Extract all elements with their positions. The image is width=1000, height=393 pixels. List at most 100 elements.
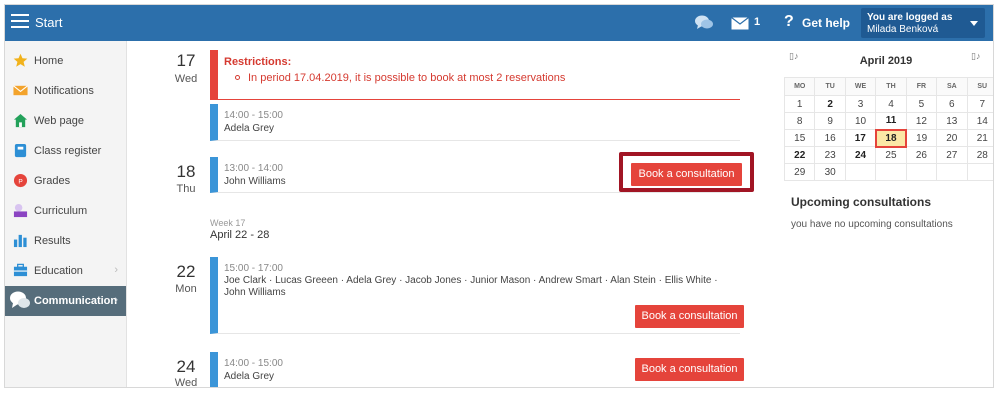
- calendar-empty-cell: [875, 163, 907, 181]
- curriculum-icon: [13, 203, 28, 218]
- app-title[interactable]: Start: [35, 15, 62, 30]
- sidebar-item-label: Curriculum: [34, 205, 88, 217]
- user-name: Milada Benková: [867, 24, 939, 35]
- calendar-day[interactable]: 7: [966, 95, 993, 113]
- weekday-header: SU: [966, 77, 993, 96]
- book-consultation-button[interactable]: Book a consultation: [635, 358, 744, 381]
- slot-teachers: Joe Clark · Lucas Greeen · Adela Grey · …: [224, 275, 718, 298]
- calendar-day[interactable]: 22: [783, 146, 816, 164]
- mail-icon[interactable]: [731, 17, 749, 30]
- app-window: Start 1 ? Get help You are logged as Mil…: [4, 4, 994, 388]
- sidebar-item-results[interactable]: Results: [5, 226, 126, 256]
- restriction-title: Restrictions:: [224, 56, 292, 68]
- communication-icon: [10, 291, 30, 308]
- calendar-day[interactable]: 17: [844, 129, 877, 147]
- calendar-empty-cell: [966, 163, 993, 181]
- calendar-day[interactable]: 16: [814, 129, 846, 147]
- sidebar-item-label: Results: [34, 235, 71, 247]
- calendar-day[interactable]: 2: [814, 95, 846, 113]
- sidebar-item-education[interactable]: Education ›: [5, 256, 126, 286]
- calendar-day[interactable]: 27: [936, 146, 968, 164]
- day-name: Wed: [174, 377, 198, 388]
- education-icon: [13, 263, 28, 277]
- consultation-schedule: 17 Wed Restrictions: In period 17.04.201…: [128, 41, 768, 388]
- calendar-day[interactable]: 21: [966, 129, 993, 147]
- calendar-day[interactable]: 3: [844, 95, 877, 113]
- envelope-icon: [13, 85, 28, 96]
- bullet-icon: [235, 75, 240, 80]
- slot-teachers: Adela Grey: [224, 371, 275, 382]
- calendar-day[interactable]: 26: [905, 146, 938, 164]
- slot-teachers: Adela Grey: [224, 123, 275, 134]
- calendar-day[interactable]: 9: [814, 112, 846, 130]
- calendar-day[interactable]: 20: [936, 129, 968, 147]
- restriction-text: In period 17.04.2019, it is possible to …: [248, 72, 566, 84]
- calendar-day[interactable]: 18: [874, 128, 908, 148]
- slot-time: 14:00 - 15:00: [224, 110, 283, 121]
- day-name: Wed: [174, 73, 198, 85]
- chat-icon[interactable]: [694, 14, 714, 32]
- star-icon: [13, 53, 28, 67]
- sidebar-item-label: Grades: [34, 175, 71, 187]
- calendar-month-title: April 2019: [859, 55, 913, 67]
- results-icon: [13, 234, 27, 248]
- menu-icon[interactable]: [11, 14, 29, 30]
- calendar-day[interactable]: 14: [966, 112, 993, 130]
- calendar-day[interactable]: 19: [905, 129, 938, 147]
- sidebar-item-communication[interactable]: Communication ›: [5, 286, 126, 316]
- calendar-empty-cell: [936, 163, 968, 181]
- calendar-empty-cell: [844, 163, 877, 181]
- calendar-day[interactable]: 15: [783, 129, 816, 147]
- day-number: 17: [176, 51, 196, 70]
- get-help-link[interactable]: Get help: [802, 16, 850, 30]
- sidebar-item-label: Web page: [34, 115, 84, 127]
- calendar-day[interactable]: 24: [844, 146, 877, 164]
- user-menu-title: You are logged as: [867, 12, 953, 23]
- sidebar-item-grades[interactable]: P Grades: [5, 166, 126, 196]
- calendar-day[interactable]: 11: [875, 112, 907, 130]
- mail-count-badge: 1: [754, 16, 761, 28]
- day-number: 18: [176, 162, 196, 181]
- sidebar: Home Notifications Web page Class regist…: [5, 41, 127, 387]
- calendar-day[interactable]: 5: [905, 95, 938, 113]
- calendar-day[interactable]: 8: [783, 112, 816, 130]
- calendar-day[interactable]: 28: [966, 146, 993, 164]
- weekday-header: TU: [814, 77, 846, 96]
- slot-time: 13:00 - 14:00: [224, 163, 283, 174]
- chevron-right-icon: ›: [114, 294, 118, 306]
- sidebar-item-curriculum[interactable]: Curriculum: [5, 196, 126, 226]
- calendar-day[interactable]: 13: [936, 112, 968, 130]
- book-consultation-button[interactable]: Book a consultation: [635, 305, 744, 328]
- sidebar-item-notifications[interactable]: Notifications: [5, 76, 126, 106]
- sidebar-item-label: Education: [34, 265, 83, 277]
- register-icon: [14, 143, 27, 158]
- prev-month-icon[interactable]: ▯♪: [789, 51, 798, 62]
- calendar-empty-cell: [905, 163, 938, 181]
- weekday-header: WE: [844, 77, 877, 96]
- upcoming-empty-text: you have no upcoming consultations: [791, 219, 953, 230]
- sidebar-item-web-page[interactable]: Web page: [5, 106, 126, 136]
- next-month-icon[interactable]: ▯♪: [971, 51, 980, 62]
- grades-icon: P: [13, 173, 28, 188]
- calendar-day[interactable]: 12: [905, 112, 938, 130]
- calendar-day[interactable]: 25: [875, 146, 907, 164]
- highlight-marker: [619, 152, 754, 192]
- calendar-day[interactable]: 30: [814, 163, 846, 181]
- sidebar-item-home[interactable]: Home: [5, 46, 126, 76]
- slot-teachers: John Williams: [224, 176, 286, 187]
- calendar-day[interactable]: 1: [783, 95, 816, 113]
- day-number: 24: [176, 357, 196, 376]
- calendar-day[interactable]: 4: [875, 95, 907, 113]
- restriction-notice: Restrictions: In period 17.04.2019, it i…: [210, 50, 740, 100]
- help-icon[interactable]: ?: [784, 13, 794, 31]
- calendar-day[interactable]: 23: [814, 146, 846, 164]
- sidebar-item-label: Class register: [34, 145, 102, 157]
- month-calendar: MO TU WE TH FR SA SU 1 2 3 4 5 6 7 8 9 10 11 12 13 14 15 16 17…: [783, 77, 993, 181]
- top-bar: Start 1 ? Get help You are logged as Mil…: [5, 5, 993, 41]
- consultation-slot: 14:00 - 15:00 Adela Grey: [210, 104, 740, 141]
- calendar-day[interactable]: 10: [844, 112, 877, 130]
- user-menu[interactable]: You are logged as Milada Benková: [861, 8, 985, 38]
- calendar-day[interactable]: 6: [936, 95, 968, 113]
- calendar-day[interactable]: 29: [783, 163, 816, 181]
- sidebar-item-class-register[interactable]: Class register: [5, 136, 126, 166]
